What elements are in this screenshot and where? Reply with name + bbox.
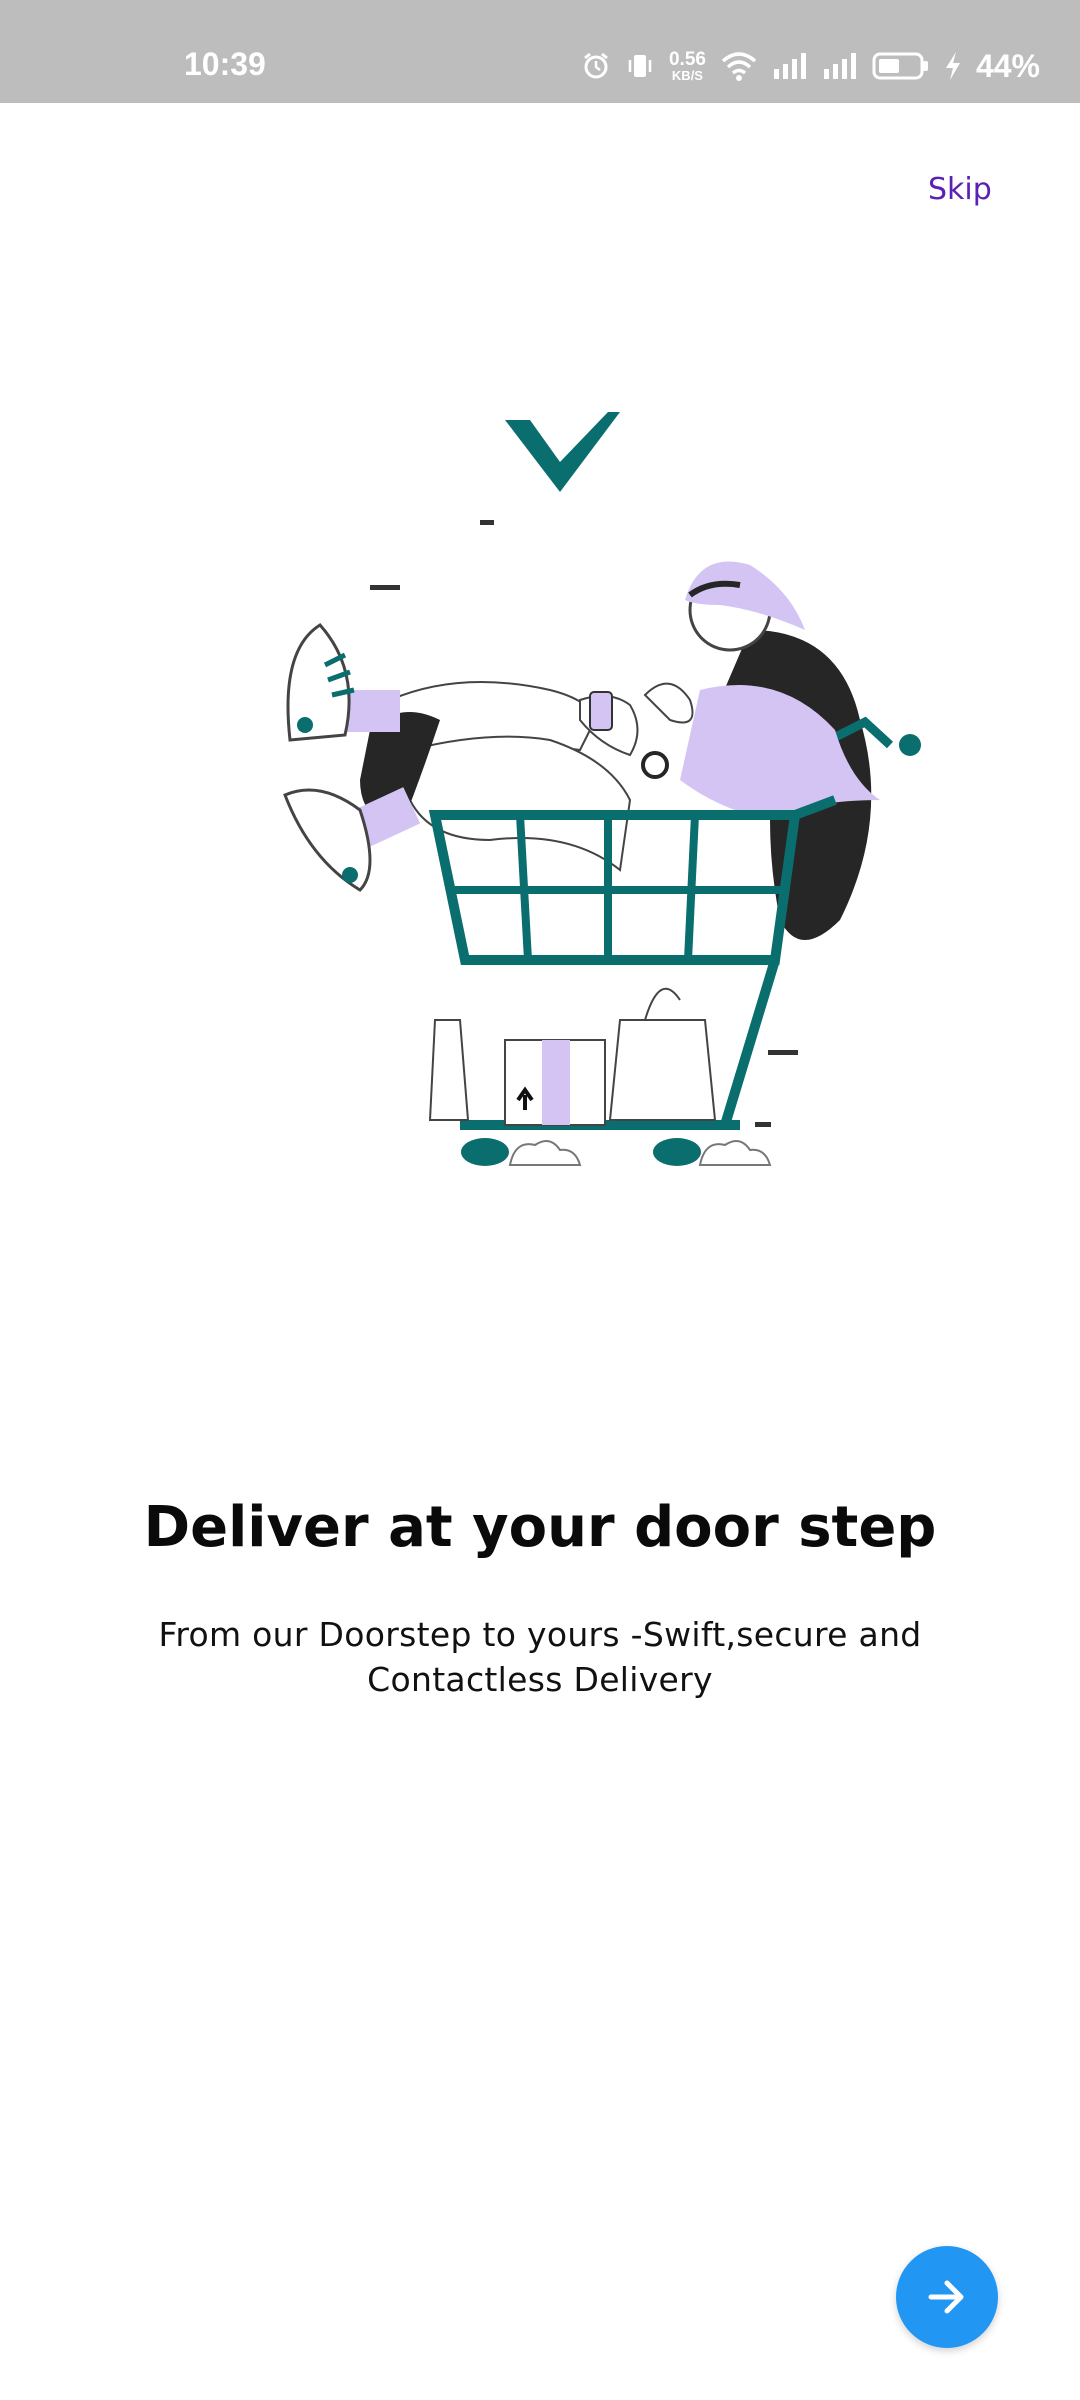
wifi-icon [721,52,757,81]
arrow-right-icon [928,2280,964,2314]
network-speed: 0.56 KB/S [669,50,706,82]
battery-icon [872,52,928,80]
onboarding-title: Deliver at your door step [143,1495,937,1560]
alarm-icon [584,52,608,79]
onboarding-subtitle: From our Doorstep to yours -Swift,secure… [158,1615,922,1699]
status-bar: 10:39 0.56 KB/S 44% [0,0,1080,103]
signal-icon [773,53,806,79]
battery-percent: 44% [975,47,1040,84]
signal-icon [823,53,856,79]
vibrate-icon [628,55,652,77]
status-icons: 0.56 KB/S 44% [581,44,1040,88]
shopping-cart-illustration [283,412,921,1166]
skip-button[interactable]: Skip [928,172,992,207]
network-speed-value: 0.56 [668,49,706,70]
network-speed-unit: KB/S [671,68,703,83]
next-button[interactable] [896,2246,998,2348]
charging-icon [945,52,960,80]
checkmark-icon [505,412,620,492]
status-time: 10:39 [184,46,266,82]
